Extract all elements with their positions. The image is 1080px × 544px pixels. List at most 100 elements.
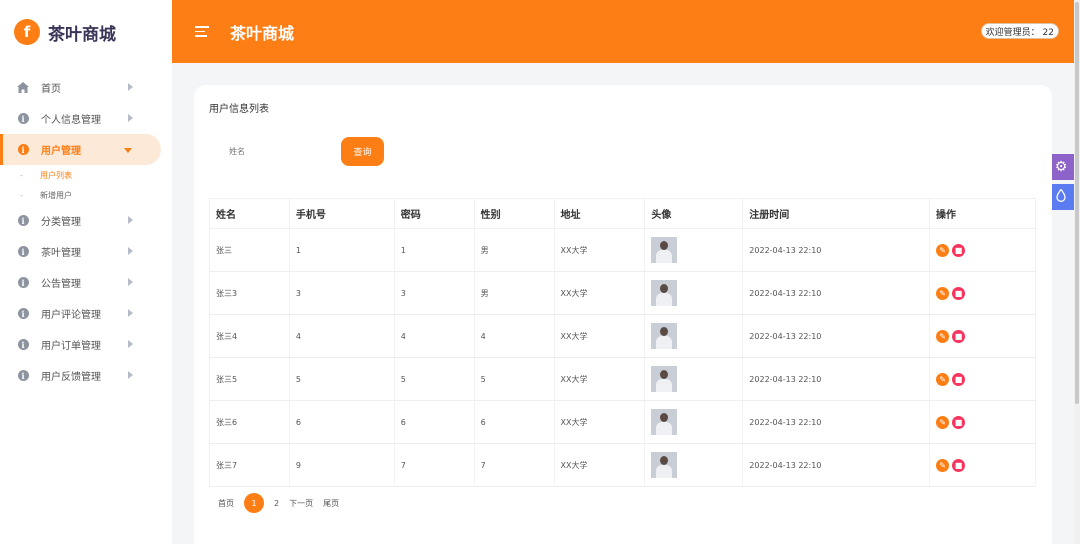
cell-gender: 7 — [474, 443, 555, 487]
avatar[interactable] — [651, 452, 678, 478]
cell-address: XX大学 — [554, 314, 646, 358]
cell-gender: 4 — [474, 314, 555, 358]
card-title: 用户信息列表 — [209, 104, 269, 115]
avatar[interactable] — [651, 280, 678, 306]
cell-gender: 男 — [474, 271, 555, 315]
cell-phone: 6 — [289, 400, 395, 444]
cell-actions: ✎ ■ — [929, 228, 1036, 272]
edit-icon[interactable]: ✎ — [936, 415, 950, 429]
edit-icon[interactable]: ✎ — [936, 458, 950, 472]
avatar[interactable] — [651, 237, 678, 263]
chevron-right-icon — [128, 278, 133, 286]
edit-icon[interactable]: ✎ — [936, 329, 950, 343]
sidebar-menu: 首页 i 个人信息管理 i 用户管理 - 用户列表 - 新增用户 i 分类管理 … — [0, 72, 172, 391]
sidebar-item-label: 首页 — [41, 84, 61, 95]
pager-last[interactable]: 尾页 — [323, 498, 339, 509]
delete-icon[interactable]: ■ — [952, 243, 966, 257]
info-icon: i — [17, 370, 29, 382]
sidebar-item-home[interactable]: 首页 — [0, 72, 172, 103]
info-icon: i — [17, 246, 29, 258]
delete-icon[interactable]: ■ — [952, 458, 966, 472]
sidebar-item-label: 用户反馈管理 — [41, 372, 101, 383]
cell-address: XX大学 — [554, 271, 646, 315]
sidebar-item-tea[interactable]: i 茶叶管理 — [0, 236, 172, 267]
delete-icon[interactable]: ■ — [952, 329, 966, 343]
user-table: 姓名 手机号 密码 性别 地址 头像 注册时间 操作 张三 1 1 男 XX大学… — [209, 198, 1036, 487]
cell-password: 1 — [394, 228, 475, 272]
chevron-right-icon — [128, 114, 133, 122]
cell-phone: 5 — [289, 357, 395, 401]
sidebar-item-notice[interactable]: i 公告管理 — [0, 267, 172, 298]
cell-password: 6 — [394, 400, 475, 444]
sidebar-item-feedback[interactable]: i 用户反馈管理 — [0, 360, 172, 391]
avatar[interactable] — [651, 323, 678, 349]
delete-icon[interactable]: ■ — [952, 286, 966, 300]
col-name: 姓名 — [209, 198, 290, 229]
sidebar-subitem-user-list[interactable]: - 用户列表 — [0, 165, 172, 185]
info-icon: i — [17, 339, 29, 351]
cell-avatar — [644, 314, 744, 358]
table-row: 张三3 3 3 男 XX大学 2022-04-13 22:10 ✎ ■ — [209, 271, 1036, 315]
sidebar-item-profile[interactable]: i 个人信息管理 — [0, 103, 172, 134]
sidebar-item-users[interactable]: i 用户管理 — [0, 134, 161, 165]
sidebar-item-label: 分类管理 — [41, 217, 81, 228]
cell-register-time: 2022-04-13 22:10 — [742, 357, 931, 401]
edit-icon[interactable]: ✎ — [936, 243, 950, 257]
dash-icon: - — [20, 190, 23, 200]
table-row: 张三5 5 5 5 XX大学 2022-04-13 22:10 ✎ ■ — [209, 357, 1036, 401]
delete-icon[interactable]: ■ — [952, 415, 966, 429]
cell-address: XX大学 — [554, 228, 646, 272]
sidebar: f 茶叶商城 首页 i 个人信息管理 i 用户管理 - 用户列表 - 新增用户 — [0, 0, 172, 544]
sidebar-item-label: 用户订单管理 — [41, 341, 101, 352]
chevron-right-icon — [128, 247, 133, 255]
cell-avatar — [644, 357, 744, 401]
cell-gender: 男 — [474, 228, 555, 272]
pager-current-page[interactable]: 1 — [244, 493, 264, 513]
cell-gender: 5 — [474, 357, 555, 401]
edit-icon[interactable]: ✎ — [936, 372, 950, 386]
water-drop-icon — [1056, 187, 1066, 206]
home-icon — [17, 82, 29, 94]
cell-password: 3 — [394, 271, 475, 315]
table-row: 张三 1 1 男 XX大学 2022-04-13 22:10 ✎ ■ — [209, 228, 1036, 272]
pager-page-2[interactable]: 2 — [274, 499, 279, 508]
sidebar-subitem-add-user[interactable]: - 新增用户 — [0, 185, 172, 205]
scrollbar-thumb[interactable] — [1075, 2, 1079, 404]
cell-phone: 4 — [289, 314, 395, 358]
search-button[interactable]: 查询 — [341, 137, 384, 166]
info-icon: i — [17, 113, 29, 125]
pager-next[interactable]: 下一页 — [289, 498, 313, 509]
menu-toggle-icon[interactable] — [195, 26, 209, 37]
cell-register-time: 2022-04-13 22:10 — [742, 314, 931, 358]
chevron-right-icon — [128, 309, 133, 317]
cell-register-time: 2022-04-13 22:10 — [742, 271, 931, 315]
cell-address: XX大学 — [554, 443, 646, 487]
cell-password: 7 — [394, 443, 475, 487]
page-scrollbar[interactable] — [1074, 0, 1080, 544]
chevron-right-icon — [128, 216, 133, 224]
name-search-input[interactable] — [209, 137, 335, 165]
cell-address: XX大学 — [554, 357, 646, 401]
sidebar-item-orders[interactable]: i 用户订单管理 — [0, 329, 172, 360]
sidebar-subitem-label: 新增用户 — [40, 190, 72, 200]
delete-icon[interactable]: ■ — [952, 372, 966, 386]
sidebar-subitem-label: 用户列表 — [40, 170, 72, 180]
cell-register-time: 2022-04-13 22:10 — [742, 443, 931, 487]
col-phone: 手机号 — [289, 198, 395, 229]
avatar[interactable] — [651, 366, 678, 392]
cell-actions: ✎ ■ — [929, 400, 1036, 444]
top-header: 茶叶商城 欢迎管理员： 22 — [172, 0, 1074, 63]
cell-avatar — [644, 443, 744, 487]
cell-name: 张三4 — [209, 314, 290, 358]
cell-actions: ✎ ■ — [929, 443, 1036, 487]
avatar[interactable] — [651, 409, 678, 435]
welcome-user-badge[interactable]: 欢迎管理员： 22 — [980, 23, 1059, 39]
pager-first[interactable]: 首页 — [218, 498, 234, 509]
sidebar-item-category[interactable]: i 分类管理 — [0, 205, 172, 236]
table-row: 张三6 6 6 6 XX大学 2022-04-13 22:10 ✎ ■ — [209, 400, 1036, 444]
cell-name: 张三6 — [209, 400, 290, 444]
edit-icon[interactable]: ✎ — [936, 286, 950, 300]
table-header-row: 姓名 手机号 密码 性别 地址 头像 注册时间 操作 — [209, 198, 1036, 229]
sidebar-item-comments[interactable]: i 用户评论管理 — [0, 298, 172, 329]
info-icon: i — [17, 308, 29, 320]
